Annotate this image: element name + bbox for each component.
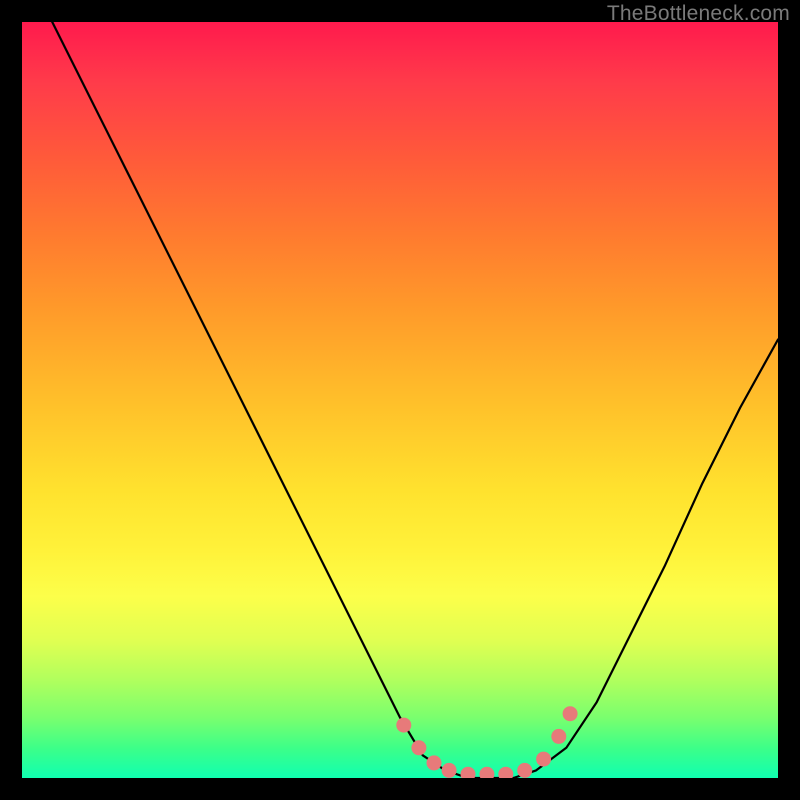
marker-dot <box>396 718 411 733</box>
marker-dot <box>517 763 532 778</box>
marker-dot <box>498 767 513 778</box>
plot-area <box>22 22 778 778</box>
marker-dot <box>411 740 426 755</box>
marker-dot <box>536 752 551 767</box>
marker-dot <box>551 729 566 744</box>
marker-dot <box>563 706 578 721</box>
marker-dot <box>461 767 476 778</box>
marker-dot <box>427 755 442 770</box>
highlight-markers <box>396 706 577 778</box>
outer-frame: TheBottleneck.com <box>0 0 800 800</box>
curve-layer <box>22 22 778 778</box>
bottleneck-curve <box>22 22 778 778</box>
marker-dot <box>442 763 457 778</box>
marker-dot <box>479 767 494 778</box>
